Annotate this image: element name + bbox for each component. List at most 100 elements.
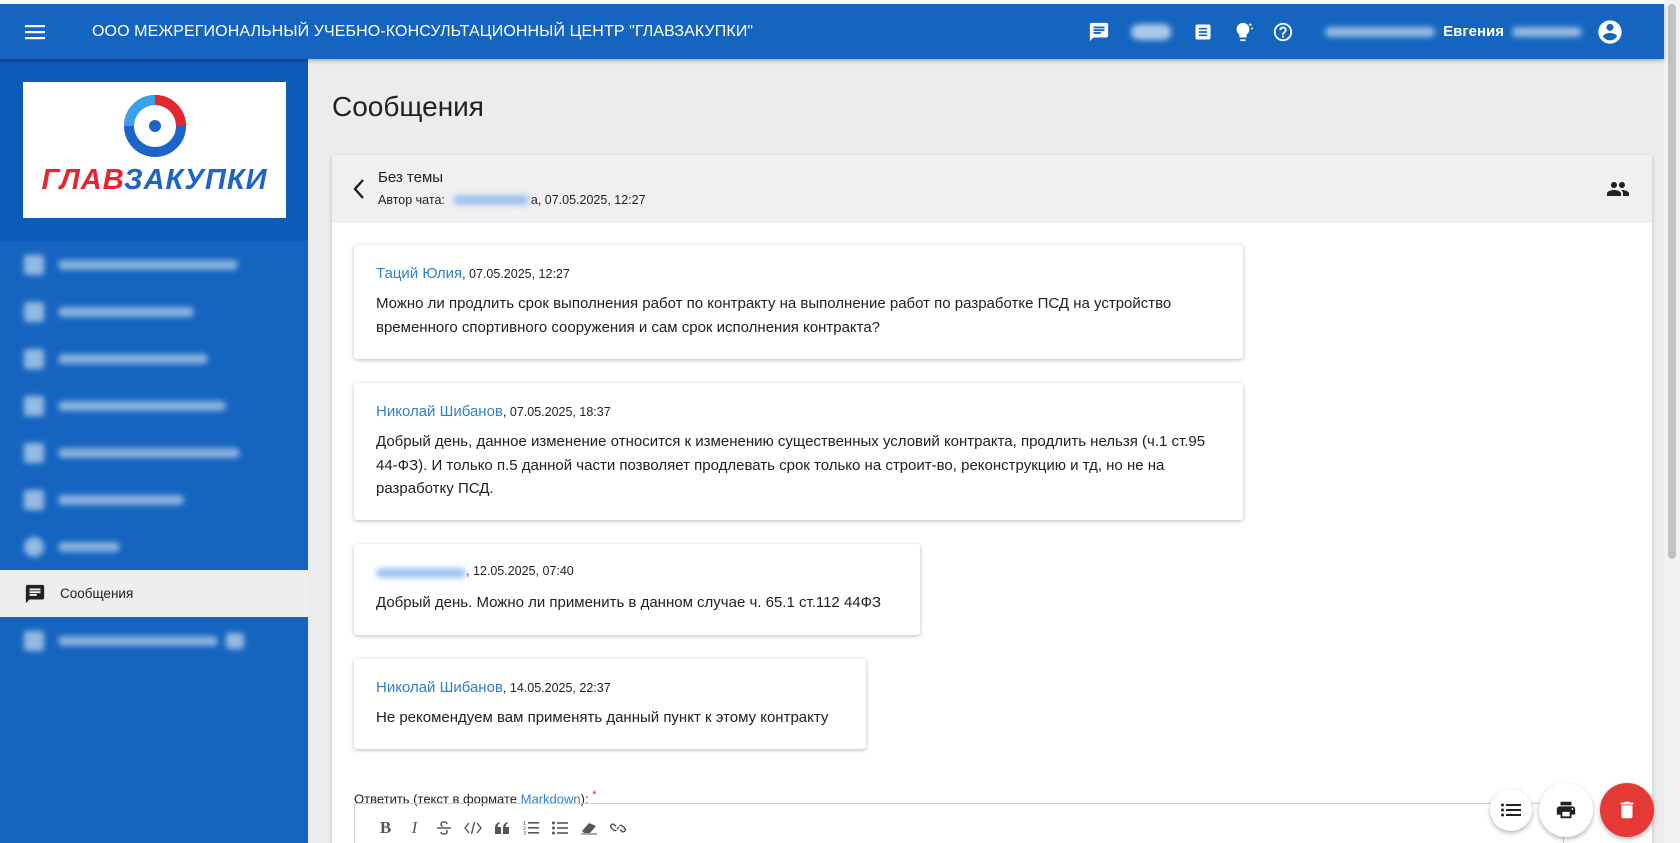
- reply-editor[interactable]: B I 123: [354, 803, 1564, 843]
- main-content: Сообщения Без темы Автор чата: а, 07.05.…: [308, 59, 1664, 843]
- user-name[interactable]: Евгения: [1443, 23, 1504, 40]
- message-datetime: , 12.05.2025, 07:40: [466, 564, 574, 578]
- messages-button[interactable]: [1087, 20, 1111, 44]
- nav-item-label-blurred: [58, 353, 208, 364]
- organization-title: ООО МЕЖРЕГИОНАЛЬНЫЙ УЧЕБНО-КОНСУЛЬТАЦИОН…: [92, 22, 754, 40]
- nav-item-label-blurred: [58, 447, 240, 458]
- top-app-bar: ООО МЕЖРЕГИОНАЛЬНЫЙ УЧЕБНО-КОНСУЛЬТАЦИОН…: [0, 4, 1664, 59]
- nav-item-label-blurred: [58, 541, 120, 552]
- nav-item-badge-blurred: [226, 632, 244, 649]
- chat-header: Без темы Автор чата: а, 07.05.2025, 12:2…: [332, 155, 1652, 223]
- help-icon: [1273, 22, 1293, 41]
- documents-button[interactable]: [1191, 20, 1215, 44]
- nav-item-icon-blurred: [24, 536, 44, 557]
- sidebar-item-3[interactable]: [0, 335, 308, 382]
- message-author-link[interactable]: Николай Шибанов: [376, 403, 503, 420]
- code-icon: [463, 821, 482, 835]
- sidebar-item-4[interactable]: [0, 382, 308, 429]
- nav-item-label-blurred: [58, 400, 226, 411]
- chat-created-at: а, 07.05.2025, 12:27: [530, 193, 646, 207]
- italic-icon: I: [411, 818, 418, 837]
- nav-item-label-blurred: [58, 494, 184, 505]
- message-text: Добрый день. Можно ли применить в данном…: [376, 594, 882, 611]
- list-icon: [1501, 803, 1521, 817]
- message-author-blurred[interactable]: [376, 568, 466, 578]
- sidebar-item-2[interactable]: [0, 288, 308, 335]
- message-text: Не рекомендуем вам применять данный пунк…: [376, 709, 829, 726]
- bold-icon: B: [379, 818, 392, 837]
- company-logo[interactable]: ГЛАВЗАКУПКИ: [23, 82, 286, 218]
- logo-emblem-icon: [123, 95, 186, 157]
- quote-button[interactable]: [487, 818, 516, 838]
- nav-item-icon-blurred: [24, 630, 44, 651]
- svg-text:3: 3: [523, 831, 526, 836]
- sidebar-item-9[interactable]: [0, 617, 308, 664]
- chevron-left-icon: [353, 179, 364, 199]
- unordered-list-icon: [551, 821, 568, 835]
- link-icon: [609, 823, 626, 833]
- message-author-link[interactable]: Николай Шибанов: [376, 679, 503, 696]
- chat-icon: [1089, 22, 1109, 41]
- list-view-button[interactable]: [1490, 789, 1532, 831]
- document-icon: [1195, 24, 1211, 39]
- nav-item-icon-blurred: [24, 442, 44, 463]
- page-scrollbar[interactable]: [1664, 0, 1680, 843]
- logo-area: ГЛАВЗАКУПКИ: [0, 59, 308, 241]
- sidebar-item-6[interactable]: [0, 476, 308, 523]
- message-datetime: , 14.05.2025, 22:37: [502, 681, 611, 695]
- message-datetime: , 07.05.2025, 18:37: [502, 405, 611, 419]
- message-header: Николай Шибанов , 07.05.2025, 18:37: [376, 403, 1221, 421]
- ordered-list-icon: 123: [523, 821, 539, 836]
- editor-toolbar: B I 123: [355, 804, 1563, 838]
- back-button[interactable]: [352, 177, 370, 201]
- user-role-blurred: [1325, 26, 1436, 37]
- sidebar-nav: Сообщения: [0, 241, 308, 664]
- sidebar-item-label: Сообщения: [60, 586, 134, 601]
- sidebar-item-messages[interactable]: Сообщения: [0, 570, 308, 617]
- account-button[interactable]: [1596, 18, 1624, 46]
- bold-button[interactable]: B: [371, 818, 400, 838]
- page-title: Сообщения: [332, 91, 484, 122]
- logo-wordmark-red: ГЛАВ: [41, 164, 124, 196]
- sidebar-item-5[interactable]: [0, 429, 308, 476]
- quote-icon: [494, 822, 509, 834]
- print-icon: [1556, 801, 1576, 819]
- italic-button[interactable]: I: [400, 818, 429, 838]
- sidebar-item-7[interactable]: [0, 523, 308, 570]
- participants-button[interactable]: [1606, 177, 1630, 201]
- nav-item-icon-blurred: [24, 254, 44, 275]
- notification-badge[interactable]: [1131, 23, 1172, 40]
- code-button[interactable]: [458, 818, 487, 838]
- strikethrough-icon: [436, 821, 451, 835]
- menu-button[interactable]: [0, 4, 70, 59]
- message-author-link[interactable]: Таций Юлия: [376, 265, 462, 282]
- delete-button[interactable]: [1600, 783, 1654, 837]
- people-icon: [1607, 182, 1629, 196]
- chat-topic: Без темы: [378, 169, 444, 186]
- sidebar-item-1[interactable]: [0, 241, 308, 288]
- account-icon: [1598, 19, 1622, 44]
- scrollbar-thumb[interactable]: [1668, 4, 1676, 559]
- sidebar: ГЛАВЗАКУПКИ Сообщения: [0, 59, 308, 843]
- strikethrough-button[interactable]: [429, 818, 458, 838]
- clear-format-button[interactable]: [574, 818, 603, 838]
- message-datetime: , 07.05.2025, 12:27: [462, 267, 570, 281]
- menu-icon: [25, 24, 45, 39]
- message-text: Добрый день, данное изменение относится …: [376, 433, 1206, 497]
- logo-wordmark: ГЛАВЗАКУПКИ: [41, 164, 267, 197]
- eraser-icon: [580, 823, 597, 835]
- message-card: Николай Шибанов , 14.05.2025, 22:37 Не р…: [354, 659, 866, 749]
- tips-button[interactable]: [1231, 20, 1255, 44]
- insert-link-button[interactable]: [603, 818, 632, 838]
- nav-item-icon-blurred: [24, 489, 44, 510]
- nav-item-label-blurred: [58, 306, 194, 317]
- print-button[interactable]: [1539, 783, 1593, 837]
- unordered-list-button[interactable]: [545, 818, 574, 838]
- message-card: Таций Юлия , 07.05.2025, 12:27 Можно ли …: [354, 245, 1243, 359]
- required-mark: *: [592, 789, 597, 801]
- delete-icon: [1620, 801, 1634, 819]
- help-button[interactable]: [1271, 20, 1295, 44]
- lightbulb-icon: [1236, 22, 1254, 41]
- message-text: Можно ли продлить срок выполнения работ …: [376, 295, 1172, 336]
- ordered-list-button[interactable]: 123: [516, 818, 545, 838]
